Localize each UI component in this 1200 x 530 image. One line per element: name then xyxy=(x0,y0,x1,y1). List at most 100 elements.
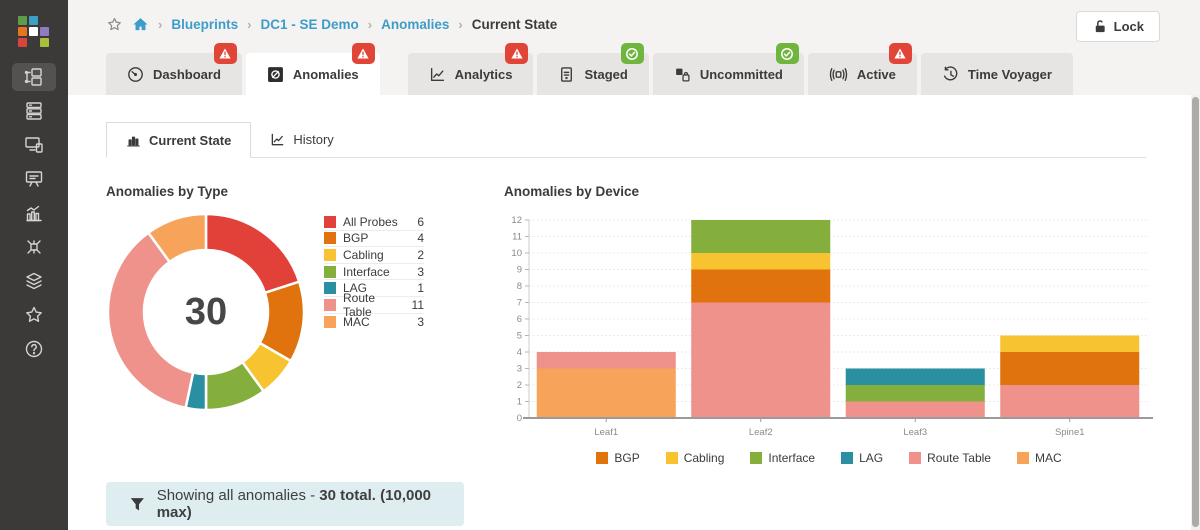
design-icon xyxy=(22,133,46,157)
bar-leaf1-mac[interactable] xyxy=(537,369,676,419)
tab-anomalies[interactable]: Anomalies xyxy=(246,53,380,95)
legend-label: LAG xyxy=(859,451,883,465)
tab-analytics[interactable]: Analytics xyxy=(408,53,534,95)
line-chart-icon xyxy=(429,66,446,83)
sidebar-item-resources[interactable] xyxy=(12,165,56,193)
legend-item-interface: Interface3 xyxy=(324,264,424,281)
bar-leaf2-route-table[interactable] xyxy=(691,303,830,419)
document-icon xyxy=(558,66,575,83)
legend-swatch xyxy=(324,232,336,244)
anomalies-by-type-section: Anomalies by Type 30 All Probes6BGP4Cabl… xyxy=(106,184,476,465)
breadcrumb-separator: › xyxy=(458,17,462,32)
tab-history[interactable]: History xyxy=(251,121,352,157)
sidebar-item-external-systems[interactable] xyxy=(12,233,56,261)
star-icon xyxy=(22,303,46,327)
anomalies-by-type-donut-chart[interactable] xyxy=(106,212,306,412)
bar-spine1-bgp[interactable] xyxy=(1000,352,1139,385)
filter-summary: Showing all anomalies - 30 total. (10,00… xyxy=(106,482,464,526)
sidebar-item-help[interactable] xyxy=(12,335,56,363)
success-badge xyxy=(621,43,644,64)
bar-spine1-cabling[interactable] xyxy=(1000,336,1139,353)
sidebar-item-devices[interactable] xyxy=(12,97,56,125)
breadcrumb-separator: › xyxy=(368,17,372,32)
home-icon[interactable] xyxy=(132,16,149,33)
bar-leaf3-interface[interactable] xyxy=(846,385,985,402)
breadcrumb-current: Current State xyxy=(472,17,558,32)
error-badge xyxy=(214,43,237,64)
favorite-star-icon[interactable] xyxy=(106,16,123,33)
sidebar-item-platform[interactable] xyxy=(12,267,56,295)
anomalies-by-device-section: Anomalies by Device 0123456789101112Leaf… xyxy=(504,184,1154,465)
legend-label: MAC xyxy=(343,315,370,329)
breadcrumb-link-anomalies[interactable]: Anomalies xyxy=(381,17,449,32)
packages-icon xyxy=(674,66,691,83)
breadcrumb-link-blueprints[interactable]: Blueprints xyxy=(171,17,238,32)
y-axis-tick-label: 2 xyxy=(517,380,522,391)
tab-current-state[interactable]: Current State xyxy=(106,122,251,158)
breadcrumb: › Blueprints › DC1 - SE Demo › Anomalies… xyxy=(68,0,1200,33)
legend-swatch xyxy=(841,452,853,464)
breadcrumb-separator: › xyxy=(158,17,162,32)
devices-icon xyxy=(22,99,46,123)
apstra-logo-icon[interactable] xyxy=(18,16,51,49)
tab-uncommitted[interactable]: Uncommitted xyxy=(653,53,804,95)
x-axis-category-label: Leaf2 xyxy=(749,427,773,438)
legend-label: Interface xyxy=(343,265,390,279)
bar-legend-item-route-table: Route Table xyxy=(909,451,991,465)
tab-staged[interactable]: Staged xyxy=(537,53,648,95)
tab-time-voyager[interactable]: Time Voyager xyxy=(921,53,1073,95)
legend-swatch xyxy=(750,452,762,464)
bar-leaf2-cabling[interactable] xyxy=(691,253,830,270)
legend-swatch xyxy=(324,249,336,261)
sidebar xyxy=(0,0,68,530)
donut-segment-all-probes[interactable] xyxy=(206,214,299,293)
sidebar-item-analytics[interactable] xyxy=(12,199,56,227)
main-tabs: Dashboard Anomalies Analytics Staged xyxy=(106,53,1073,95)
legend-swatch xyxy=(324,299,336,311)
donut-chart-title: Anomalies by Type xyxy=(106,184,476,199)
broadcast-icon xyxy=(829,66,848,83)
x-axis-category-label: Spine1 xyxy=(1055,427,1085,438)
app-window: › Blueprints › DC1 - SE Demo › Anomalies… xyxy=(0,0,1200,530)
bar-leaf3-lag[interactable] xyxy=(846,369,985,386)
legend-swatch xyxy=(324,282,336,294)
bar-leaf3-route-table[interactable] xyxy=(846,402,985,419)
sidebar-item-favorites[interactable] xyxy=(12,301,56,329)
breadcrumb-separator: › xyxy=(247,17,251,32)
sidebar-item-design[interactable] xyxy=(12,131,56,159)
bar-chart-title: Anomalies by Device xyxy=(504,184,1154,199)
error-badge xyxy=(505,43,528,64)
scrollbar-thumb[interactable] xyxy=(1192,97,1199,527)
legend-item-bgp: BGP4 xyxy=(324,231,424,248)
tab-active[interactable]: Active xyxy=(808,53,917,95)
bar-spine1-route-table[interactable] xyxy=(1000,385,1139,418)
lock-icon xyxy=(1092,19,1107,34)
legend-label: Route Table xyxy=(927,451,991,465)
success-badge xyxy=(776,43,799,64)
breadcrumb-link-blueprint-name[interactable]: DC1 - SE Demo xyxy=(260,17,358,32)
sidebar-item-blueprints[interactable] xyxy=(12,63,56,91)
vertical-scrollbar[interactable] xyxy=(1191,95,1200,530)
legend-label: Cabling xyxy=(343,248,384,262)
bar-leaf2-interface[interactable] xyxy=(691,220,830,253)
lock-button[interactable]: Lock xyxy=(1076,11,1160,42)
legend-count: 1 xyxy=(417,281,424,295)
gauge-icon xyxy=(127,66,144,83)
legend-swatch xyxy=(596,452,608,464)
error-badge xyxy=(352,43,375,64)
bar-leaf1-route-table[interactable] xyxy=(537,352,676,369)
donut-segment-route-table[interactable] xyxy=(108,233,193,408)
anomalies-icon xyxy=(267,66,284,83)
legend-swatch xyxy=(909,452,921,464)
y-axis-tick-label: 6 xyxy=(517,314,522,325)
y-axis-tick-label: 12 xyxy=(511,215,522,226)
history-icon xyxy=(942,66,959,83)
legend-swatch xyxy=(324,216,336,228)
legend-item-cabling: Cabling2 xyxy=(324,247,424,264)
bar-chart-icon xyxy=(126,133,141,148)
tab-dashboard[interactable]: Dashboard xyxy=(106,53,242,95)
anomalies-by-device-bar-chart[interactable]: 0123456789101112Leaf1Leaf2Leaf3Spine1 xyxy=(504,212,1154,442)
bar-leaf2-bgp[interactable] xyxy=(691,270,830,303)
anomaly-subtabs: Current State History xyxy=(106,121,1146,158)
y-axis-tick-label: 10 xyxy=(511,248,522,259)
